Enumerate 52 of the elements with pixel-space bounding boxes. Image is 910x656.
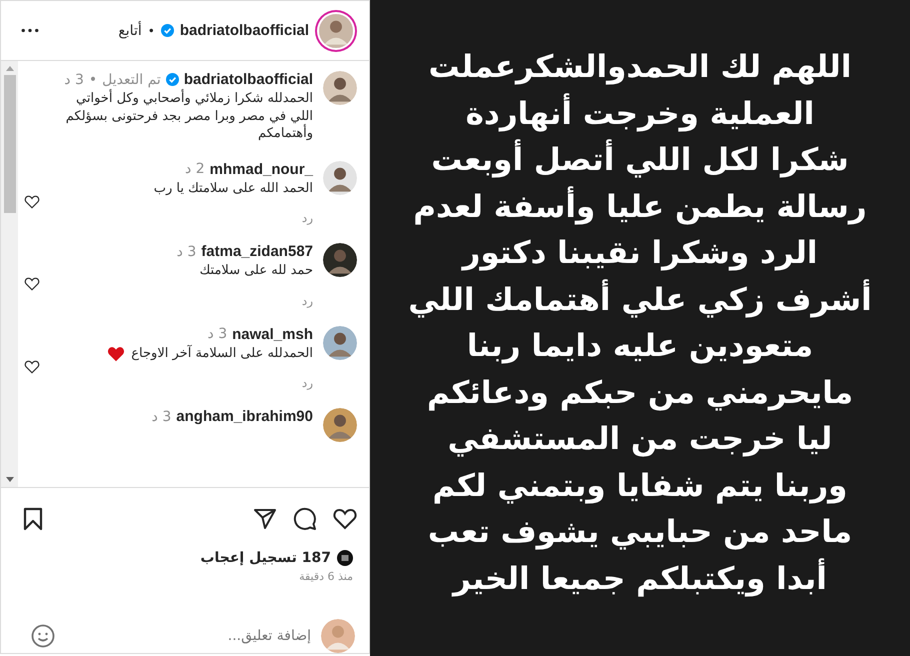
avatar-icon[interactable] — [323, 408, 357, 442]
comment-username[interactable]: fatma_zidan587 — [201, 243, 313, 260]
comment-text: حمد لله على سلامتك — [200, 262, 313, 280]
bookmark-icon[interactable] — [23, 507, 43, 531]
comment-time: 2 د — [185, 161, 205, 178]
send-icon[interactable] — [253, 507, 277, 531]
comment-time: 3 د — [176, 244, 196, 260]
post-text-line: ليا خرجت من المستشفي — [448, 420, 832, 459]
avatar-icon — [321, 619, 355, 653]
post-text-line: اللهم لك الحمدوالشكرعملت — [428, 48, 852, 87]
scrollbar-thumb[interactable] — [4, 75, 16, 213]
edited-label: تم التعديل — [102, 72, 161, 88]
avatar-icon[interactable] — [323, 71, 357, 105]
post-text-line: ماحد من حبايبي يشوف تعب — [428, 513, 852, 552]
avatar-icon[interactable] — [323, 243, 357, 278]
likes-count[interactable]: 187 تسجيل إعجاب — [200, 550, 331, 566]
post-text-line: رسالة يطمن عليا وأسفة لعدم — [413, 184, 867, 230]
heart-icon[interactable] — [333, 508, 357, 530]
comment-username[interactable]: mhmad_nour_ — [210, 160, 313, 178]
comment-text: الحمدلله على السلامة آخر الاوجاع — [131, 344, 313, 362]
post-text-line: العملية وخرجت أنهاردة — [466, 90, 814, 137]
username[interactable]: badriatolbaofficial — [180, 22, 309, 39]
post-text-line: أشرف زكي علي أهتمامك اللي — [408, 276, 872, 323]
comment-text: الحمد الله على سلامتك يا رب — [154, 180, 313, 198]
post-text-line: شكرا لكل اللي أتصل أوبعت — [431, 137, 849, 184]
post-text-line: الرد وشكرا نقيبنا دكتور — [462, 234, 818, 273]
comment-username[interactable]: nawal_msh — [232, 326, 313, 343]
follow-link[interactable]: أتابع — [118, 22, 142, 38]
heart-icon[interactable] — [24, 360, 40, 374]
liker-avatar-icon — [337, 550, 353, 566]
comment-username[interactable]: badriatolbaofficial — [184, 71, 313, 88]
post-text-line: متعودين عليه دايما ربنا — [466, 327, 814, 366]
comment-time: 3 د — [152, 408, 172, 425]
comment-icon[interactable] — [293, 507, 317, 531]
avatar-icon[interactable] — [323, 160, 357, 195]
more-icon[interactable] — [21, 28, 39, 33]
scroll-down-icon[interactable] — [6, 477, 14, 482]
comment-username[interactable]: angham_ibrahim90 — [176, 408, 313, 426]
post-text-line: مايحرمني من حبكم ودعائكم — [426, 374, 854, 413]
avatar-icon[interactable] — [323, 326, 357, 360]
separator: • — [148, 24, 155, 38]
heart-icon[interactable] — [24, 277, 40, 292]
heart-icon[interactable] — [24, 194, 40, 209]
comment-input[interactable]: إضافة تعليق... — [65, 622, 311, 650]
post-time: منذ 6 دقيقة — [298, 569, 354, 583]
separator: • — [88, 72, 98, 88]
comment-time: 3 د — [64, 72, 84, 88]
comment-time: 3 د — [208, 326, 228, 342]
emoji-icon[interactable] — [31, 624, 55, 648]
comment-text: الحمدلله شكرا زملائي وأصحابي وكل أخواتي اللي في مصر وبرا مصر بجد فرحتونى بسؤلكم وأهتمامكم — [64, 90, 313, 143]
post-text-line: أبدا ويكتبلكم جميعا الخير — [453, 556, 827, 602]
post-text-line: وربنا يتم شفايا وبتمني لكم — [432, 466, 848, 506]
